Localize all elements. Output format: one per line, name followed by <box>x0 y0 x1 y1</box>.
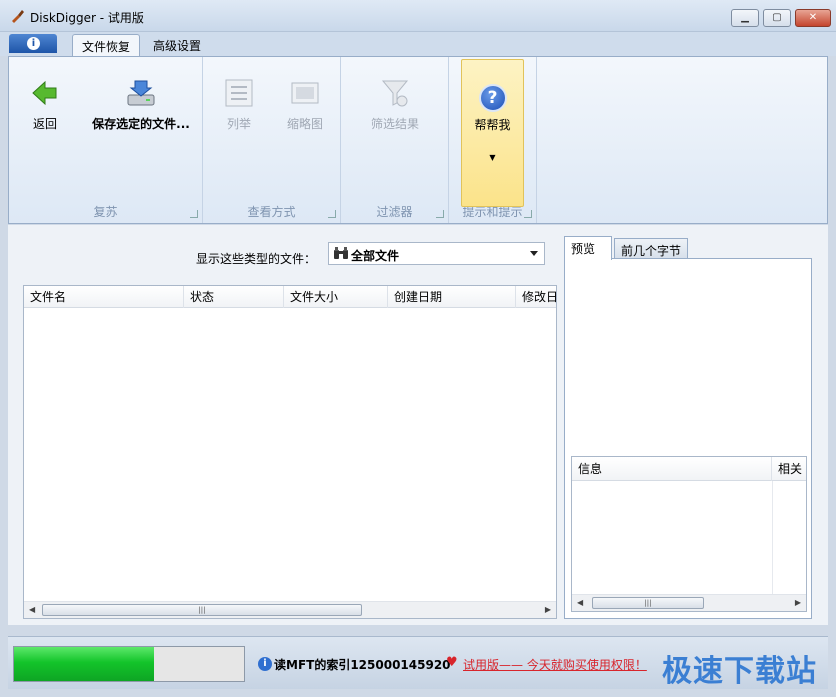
scroll-left-icon[interactable]: ◀ <box>577 598 583 607</box>
window-title: DiskDigger - 试用版 <box>30 11 144 25</box>
scan-progress-bar <box>13 646 245 682</box>
back-button[interactable]: 返回 <box>23 77 67 132</box>
list-view-button[interactable]: 列举 <box>217 77 261 132</box>
group-launcher-icon[interactable] <box>328 210 336 218</box>
ribbon-tabs: i 文件恢复 高级设置 <box>0 32 836 56</box>
column-header-related[interactable]: 相关 <box>772 457 806 481</box>
progress-fill <box>14 647 155 681</box>
thumbnail-view-button[interactable]: 缩略图 <box>279 77 331 132</box>
column-header-status[interactable]: 状态 <box>184 286 284 308</box>
group-label-view: 查看方式 <box>247 205 296 219</box>
dropdown-caret-icon: ▼ <box>489 153 496 162</box>
filter-results-button[interactable]: 筛选结果 <box>349 77 441 132</box>
back-arrow-icon <box>29 77 61 109</box>
status-message: 读MFT的索引125000145920 <box>274 658 451 672</box>
help-button[interactable]: ? 帮帮我 ▼ <box>461 59 524 207</box>
help-label: 帮帮我 <box>474 118 511 132</box>
column-header-size[interactable]: 文件大小 <box>284 286 388 308</box>
filter-results-label: 筛选结果 <box>370 117 419 131</box>
ribbon-group-filter: 筛选结果 过滤器 <box>341 57 449 223</box>
horizontal-scrollbar[interactable]: ◀ ||| ▶ <box>24 601 556 618</box>
group-label-filter: 过滤器 <box>376 205 413 219</box>
title-bar: DiskDigger - 试用版 ▁ ▢ ✕ <box>0 0 836 32</box>
funnel-icon <box>379 77 411 109</box>
horizontal-scrollbar[interactable]: ◀ ||| ▶ <box>572 594 806 611</box>
info-icon: i <box>258 657 272 671</box>
minimize-button[interactable]: ▁ <box>731 9 759 27</box>
save-selected-label: 保存选定的文件... <box>92 117 190 131</box>
tab-file-recovery[interactable]: 文件恢复 <box>72 34 141 56</box>
app-menu-button[interactable]: i <box>9 34 57 53</box>
file-type-value: 全部文件 <box>351 249 400 263</box>
close-button[interactable]: ✕ <box>795 9 831 27</box>
column-header-info[interactable]: 信息 <box>572 457 772 481</box>
info-list[interactable]: 信息 相关 ◀ ||| ▶ <box>571 456 807 612</box>
scroll-right-icon[interactable]: ▶ <box>545 605 551 614</box>
info-list-header: 信息 相关 <box>572 457 806 481</box>
chevron-down-icon <box>530 251 538 256</box>
list-view-label: 列举 <box>226 117 251 131</box>
scroll-right-icon[interactable]: ▶ <box>795 598 801 607</box>
save-selected-button[interactable]: 保存选定的文件... <box>89 77 193 132</box>
ribbon-group-view: 列举 缩略图 查看方式 <box>203 57 341 223</box>
maximize-button[interactable]: ▢ <box>763 9 791 27</box>
column-divider <box>772 481 773 595</box>
column-header-modified[interactable]: 修改日 <box>516 286 556 308</box>
file-list-header: 文件名 状态 文件大小 创建日期 修改日 <box>24 286 556 308</box>
tab-advanced-settings[interactable]: 高级设置 <box>144 34 210 56</box>
group-launcher-icon[interactable] <box>190 210 198 218</box>
binoculars-icon <box>334 247 348 259</box>
tab-first-bytes[interactable]: 前几个字节 <box>614 238 688 259</box>
watermark-logo: 极速下载站 <box>662 654 817 689</box>
column-header-filename[interactable]: 文件名 <box>24 286 184 308</box>
group-label-recover: 复苏 <box>93 205 118 219</box>
file-list[interactable]: 文件名 状态 文件大小 创建日期 修改日 ◀ ||| ▶ <box>23 285 557 619</box>
help-icon: ? <box>478 84 507 112</box>
scrollbar-thumb[interactable]: ||| <box>592 597 704 609</box>
scroll-left-icon[interactable]: ◀ <box>29 605 35 614</box>
list-icon <box>223 77 255 109</box>
file-type-label: 显示这些类型的文件： <box>196 252 317 266</box>
ribbon-group-recover: 返回 保存选定的文件... 复苏 <box>9 57 203 223</box>
ribbon: 返回 保存选定的文件... 复苏 列举 缩略图 查看方式 筛选结果 过滤器 提示… <box>8 56 828 224</box>
group-launcher-icon[interactable] <box>524 210 532 218</box>
heart-icon: ♥ <box>446 655 458 670</box>
shovel-icon <box>12 10 24 23</box>
tab-preview[interactable]: 预览 <box>564 236 612 260</box>
scrollbar-thumb[interactable]: ||| <box>42 604 362 616</box>
thumbnail-view-label: 缩略图 <box>286 117 323 131</box>
back-label: 返回 <box>32 117 57 131</box>
buy-license-link[interactable]: 试用版—— 今天就购买使用权限！ <box>463 656 647 673</box>
column-header-created[interactable]: 创建日期 <box>388 286 516 308</box>
file-type-select[interactable]: 全部文件 <box>328 242 545 265</box>
info-icon: i <box>27 37 40 50</box>
save-drive-icon <box>125 77 157 109</box>
group-launcher-icon[interactable] <box>436 210 444 218</box>
thumbnail-icon <box>289 77 321 109</box>
